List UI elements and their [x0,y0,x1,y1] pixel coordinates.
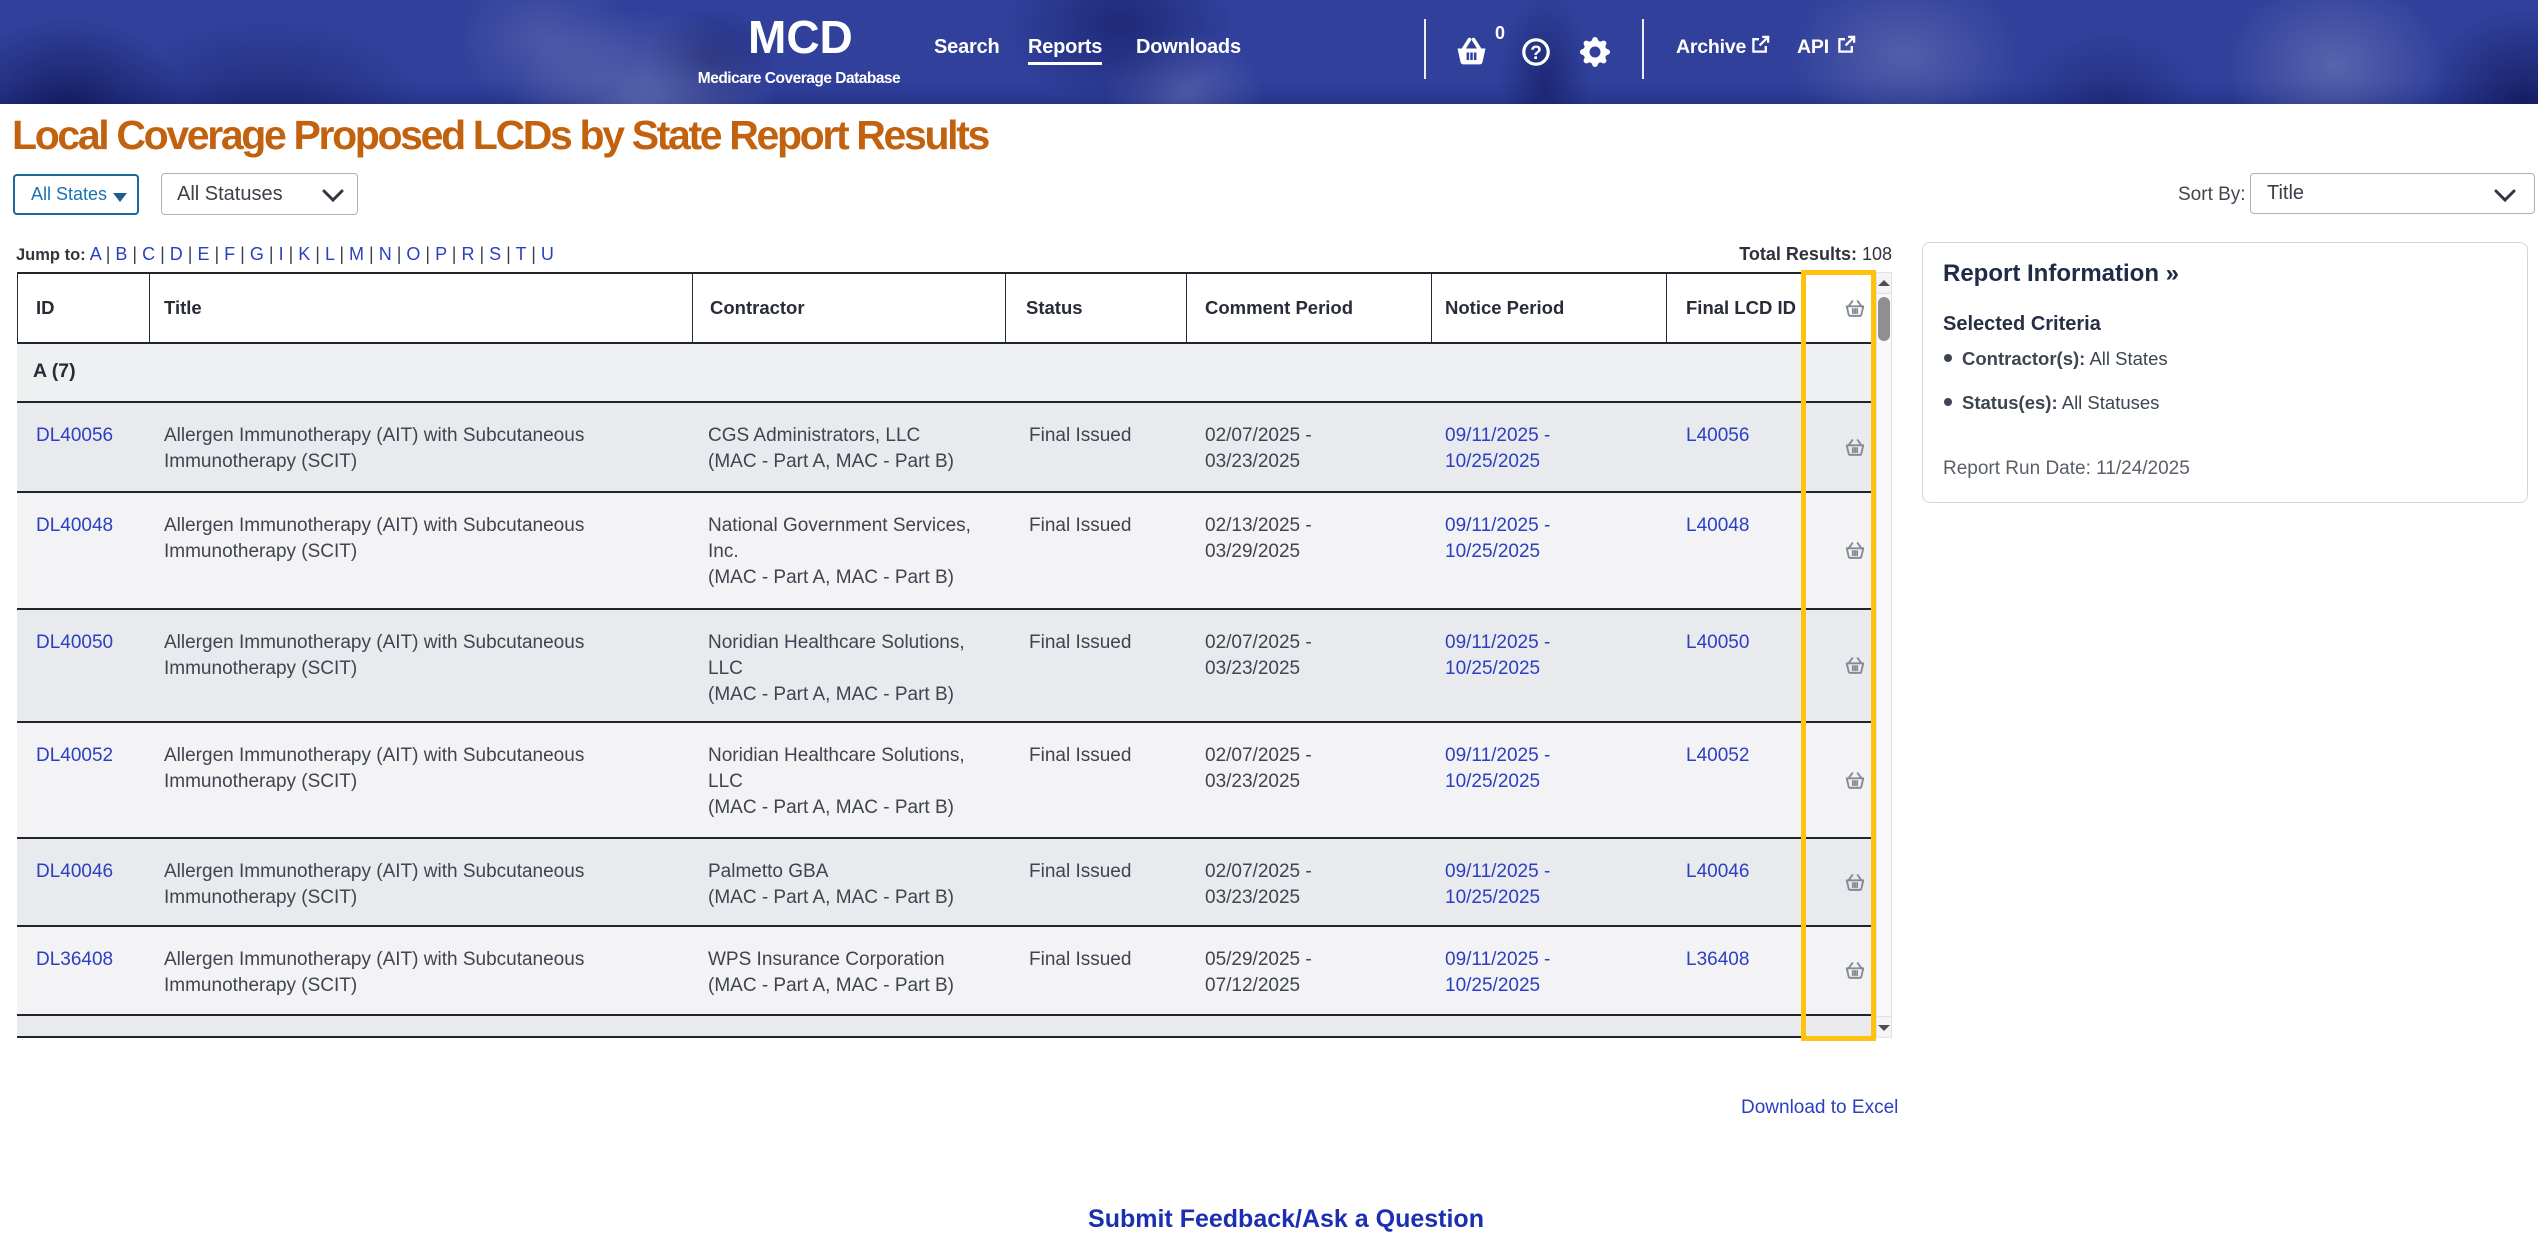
svg-text:?: ? [1530,43,1542,64]
